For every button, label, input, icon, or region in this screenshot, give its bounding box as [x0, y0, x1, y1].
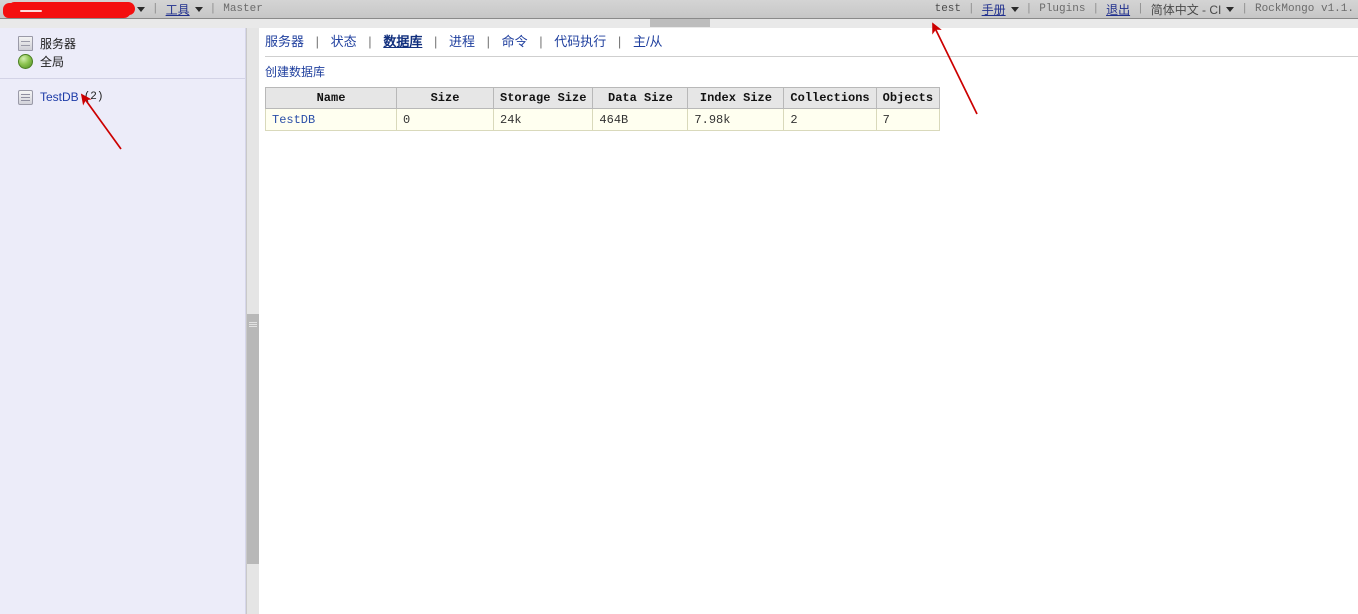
- sidebar-item-global-label: 全局: [40, 54, 65, 69]
- tab-processes[interactable]: 进程: [449, 34, 475, 49]
- tab-master-slave[interactable]: 主/从: [633, 34, 663, 49]
- column-header-size[interactable]: Size: [396, 87, 494, 109]
- host-chevron-down-icon[interactable]: [137, 6, 145, 12]
- manual-link[interactable]: 手册: [982, 1, 1006, 18]
- nav-separator-6: |: [617, 34, 622, 49]
- cell-data-size: 464B: [592, 108, 689, 131]
- cell-size: 0: [396, 108, 494, 131]
- sidebar-vertical-scrollbar-thumb[interactable]: [247, 314, 259, 564]
- sidebar-vertical-scrollbar[interactable]: [246, 28, 260, 614]
- nav-separator-3: |: [433, 34, 438, 49]
- tab-servers[interactable]: 服务器: [265, 34, 304, 49]
- globe-icon: [18, 53, 33, 69]
- top-separator-7: |: [1241, 3, 1248, 15]
- create-database-link[interactable]: 创建数据库: [265, 63, 325, 80]
- main-content: 服务器 | 状态 | 数据库 | 进程 | 命令 | 代码执行 | 主/从 创建…: [259, 28, 1358, 614]
- sidebar: 服务器 全局 TestDB (2): [0, 28, 246, 614]
- cell-storage-size: 24k: [492, 108, 594, 131]
- logout-link[interactable]: 退出: [1106, 1, 1130, 18]
- tools-chevron-down-icon[interactable]: [194, 6, 203, 12]
- manual-chevron-down-icon[interactable]: [1010, 6, 1019, 12]
- sidebar-item-server-label: 服务器: [40, 36, 77, 51]
- sidebar-top-group: 服务器 全局: [0, 28, 245, 70]
- sidebar-item-testdb-label[interactable]: TestDB: [40, 90, 79, 104]
- top-separator-4: |: [1025, 3, 1033, 15]
- app-version-label: RockMongo v1.1.: [1254, 3, 1354, 15]
- column-header-storage-size[interactable]: Storage Size: [492, 87, 594, 109]
- top-separator-6: |: [1137, 3, 1144, 15]
- current-user-label: test: [934, 3, 961, 15]
- column-header-index-size[interactable]: Index Size: [687, 87, 785, 109]
- top-separator-3: |: [968, 3, 975, 15]
- sidebar-item-testdb[interactable]: TestDB (2): [0, 88, 245, 106]
- column-header-data-size[interactable]: Data Size: [592, 87, 689, 109]
- table-row: TestDB 0 24k 464B 7.98k 2 7: [265, 108, 941, 131]
- cell-objects: 7: [875, 108, 941, 131]
- nav-separator-1: |: [315, 34, 320, 49]
- sidebar-item-testdb-count: (2): [83, 91, 104, 103]
- column-header-collections[interactable]: Collections: [783, 87, 877, 109]
- server-icon: [18, 35, 33, 51]
- top-separator-1: |: [152, 3, 159, 15]
- sidebar-item-server[interactable]: 服务器: [0, 34, 245, 52]
- cell-collections: 2: [783, 108, 877, 131]
- page-horizontal-scrollbar-thumb[interactable]: [650, 19, 710, 27]
- nav-separator-5: |: [539, 34, 543, 49]
- tab-execute-code[interactable]: 代码执行: [554, 34, 606, 49]
- master-label: Master: [223, 3, 263, 15]
- tab-command[interactable]: 命令: [502, 34, 528, 49]
- top-bar: | 工具 | Master test | 手册 | Plugins | 退出 |…: [0, 0, 1358, 19]
- plugins-link[interactable]: Plugins: [1039, 3, 1085, 15]
- redacted-host-label: [6, 2, 132, 16]
- sidebar-item-global[interactable]: 全局: [0, 52, 245, 70]
- database-link-testdb[interactable]: TestDB: [272, 113, 315, 127]
- nav-separator-4: |: [486, 34, 490, 49]
- top-separator-5: |: [1092, 3, 1100, 15]
- main-nav-tabs: 服务器 | 状态 | 数据库 | 进程 | 命令 | 代码执行 | 主/从: [259, 28, 1358, 50]
- top-separator-2: |: [209, 3, 217, 15]
- column-header-objects[interactable]: Objects: [875, 87, 941, 109]
- cell-database-name: TestDB: [265, 108, 397, 131]
- table-header-row: Name Size Storage Size Data Size Index S…: [265, 87, 941, 109]
- language-chevron-down-icon[interactable]: [1226, 6, 1235, 12]
- tools-menu-link[interactable]: 工具: [166, 1, 190, 18]
- cell-index-size: 7.98k: [687, 108, 785, 131]
- top-bar-right: test | 手册 | Plugins | 退出 | 简体中文 - CI | R…: [935, 1, 1358, 18]
- top-bar-left: | 工具 | Master: [0, 1, 263, 18]
- language-selector-label[interactable]: 简体中文 - CI: [1151, 1, 1222, 18]
- database-icon: [18, 89, 33, 105]
- databases-table: Name Size Storage Size Data Size Index S…: [265, 87, 941, 131]
- tab-status[interactable]: 状态: [331, 34, 357, 49]
- column-header-name[interactable]: Name: [265, 87, 397, 109]
- sidebar-database-group: TestDB (2): [0, 79, 245, 106]
- tab-databases[interactable]: 数据库: [383, 34, 422, 49]
- nav-divider: [265, 56, 1358, 57]
- nav-separator-2: |: [368, 34, 372, 49]
